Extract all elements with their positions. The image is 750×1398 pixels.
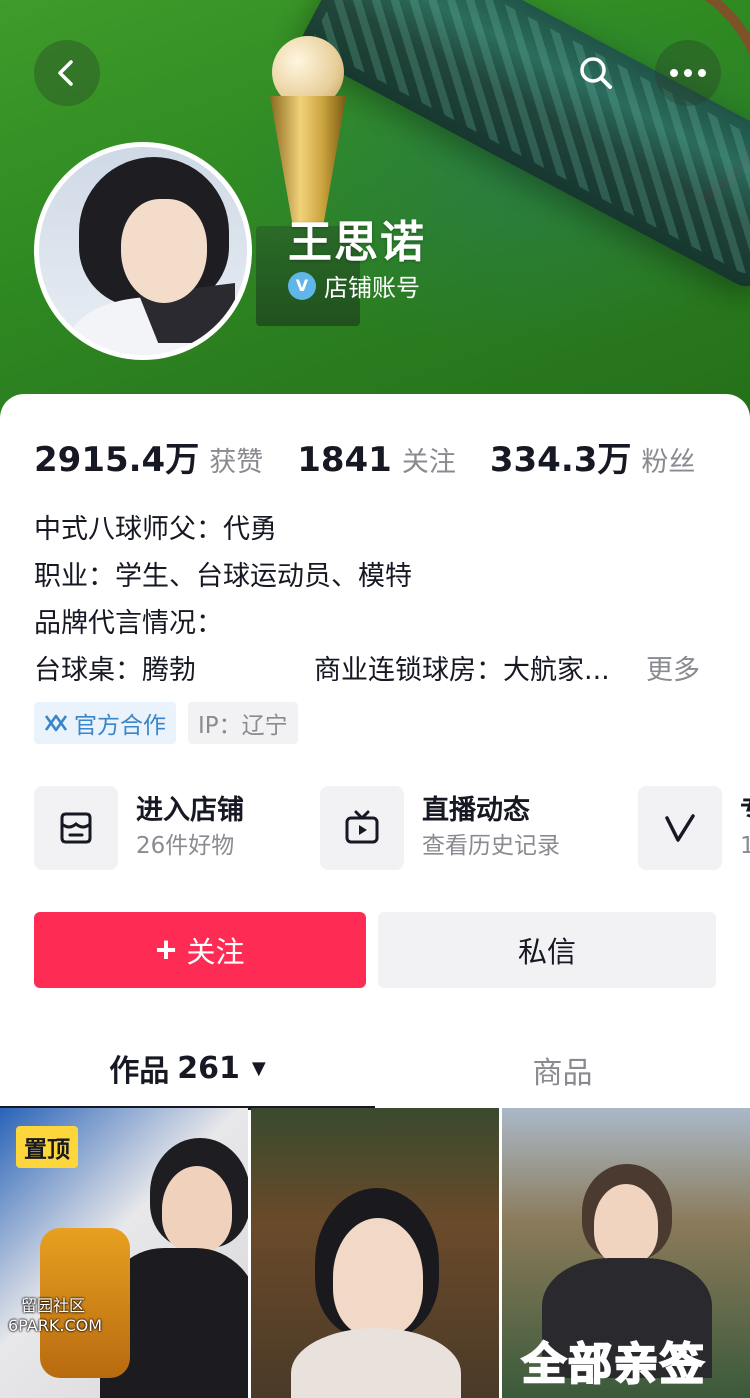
ip-location-label: IP：辽宁 — [198, 713, 288, 739]
shortcut-subtitle: 查看历史记录 — [422, 833, 560, 859]
bio-line: 品牌代言情况： — [34, 608, 223, 639]
tab-goods[interactable]: 商品 — [375, 1030, 750, 1110]
tab-works-count: 261 — [177, 1050, 240, 1086]
tab-works-label: 作品 — [109, 1054, 170, 1089]
thumbnail-caption: 全部亲签 — [521, 1338, 706, 1391]
stat-following-value: 1841 — [297, 440, 392, 480]
verified-badge-icon: V — [288, 271, 316, 300]
shortcut-title: 专 — [740, 793, 750, 829]
official-cooperation-tag[interactable]: 官方合作 — [34, 702, 176, 744]
stats-row: 2915.4万 获赞 1841 关注 334.3万 粉丝 — [34, 432, 729, 481]
shortcut-row: 进入店铺 26件好物 直播动态 查看历史记录 1 — [34, 786, 750, 870]
pinned-badge: 置顶 — [16, 1126, 78, 1168]
search-icon — [580, 57, 612, 89]
stat-likes[interactable]: 2915.4万 获赞 — [34, 432, 263, 481]
more-button[interactable] — [655, 40, 721, 106]
profile-banner: 王思诺 V 店铺账号 — [0, 0, 750, 420]
watermark-line: 留园社区 — [20, 1296, 85, 1315]
shortcut-title: 进入店铺 — [136, 795, 244, 826]
live-shortcut[interactable]: 直播动态 查看历史记录 — [320, 786, 560, 870]
tab-works[interactable]: 作品 261 ▼ — [0, 1030, 375, 1110]
site-watermark: 留园社区 6PARK.COM — [8, 1296, 103, 1336]
stat-following[interactable]: 1841 关注 — [297, 440, 456, 480]
profile-name: 王思诺 — [288, 217, 426, 268]
caret-down-icon: ▼ — [251, 1057, 266, 1079]
shortcut-subtitle: 26件好物 — [136, 833, 235, 859]
profile-actions: + 关注 私信 — [34, 912, 716, 988]
watermark-line: 6PARK.COM — [8, 1316, 103, 1335]
video-thumbnail[interactable]: 全部亲签 — [502, 1108, 750, 1398]
stat-likes-label: 获赞 — [209, 447, 264, 478]
avatar[interactable] — [34, 142, 252, 360]
plus-icon: + — [155, 929, 177, 970]
shortcut-subtitle: 1 — [740, 833, 750, 859]
v-icon — [638, 786, 722, 870]
bio-line-part: 台球桌：腾勃 — [34, 655, 196, 686]
bio-more-link[interactable]: 更多 — [646, 647, 700, 694]
video-grid: 置顶 全部亲签 — [0, 1108, 750, 1398]
follow-label: 关注 — [186, 937, 245, 969]
more-dots-icon — [670, 69, 706, 77]
official-cooperation-label: 官方合作 — [74, 713, 166, 739]
stat-followers[interactable]: 334.3万 粉丝 — [490, 432, 696, 481]
stat-followers-value: 334.3万 — [489, 440, 632, 480]
account-type-text: 店铺账号 — [324, 274, 420, 302]
back-arrow-icon — [58, 60, 73, 86]
search-button[interactable] — [563, 40, 629, 106]
cooperation-icon — [44, 714, 68, 732]
profile-tags: 官方合作 IP：辽宁 — [34, 702, 298, 744]
ip-location-tag: IP：辽宁 — [188, 702, 298, 744]
tab-goods-label: 商品 — [532, 1056, 593, 1091]
shortcut-title: 直播动态 — [422, 795, 530, 826]
message-button[interactable]: 私信 — [378, 912, 716, 988]
shop-icon — [34, 786, 118, 870]
video-thumbnail[interactable]: 置顶 — [0, 1108, 248, 1398]
shop-shortcut[interactable]: 进入店铺 26件好物 — [34, 786, 244, 870]
bio-line: 台球桌：腾勃 商业连锁球房：大航家... 更多 — [34, 647, 724, 694]
stat-likes-value: 2915.4万 — [34, 440, 200, 480]
verification-label: V 店铺账号 — [288, 268, 420, 303]
tv-icon — [320, 786, 404, 870]
bio: 中式八球师父：代勇 职业：学生、台球运动员、模特 品牌代言情况： 台球桌：腾勃 … — [34, 506, 724, 694]
stat-followers-label: 粉丝 — [641, 447, 696, 478]
bio-line: 职业：学生、台球运动员、模特 — [34, 561, 412, 592]
content-tabs: 作品 261 ▼ 商品 — [0, 1030, 750, 1110]
back-button[interactable] — [34, 40, 100, 106]
bio-line-part: 商业连锁球房：大航家... — [314, 655, 610, 686]
vlog-shortcut[interactable]: 专 1 — [638, 786, 750, 870]
profile-card: 2915.4万 获赞 1841 关注 334.3万 粉丝 中式八球师父：代勇 职… — [0, 394, 750, 1398]
video-thumbnail[interactable] — [251, 1108, 499, 1398]
message-label: 私信 — [517, 937, 576, 969]
bio-line: 中式八球师父：代勇 — [34, 514, 277, 545]
stat-following-label: 关注 — [401, 447, 456, 478]
follow-button[interactable]: + 关注 — [34, 912, 366, 988]
